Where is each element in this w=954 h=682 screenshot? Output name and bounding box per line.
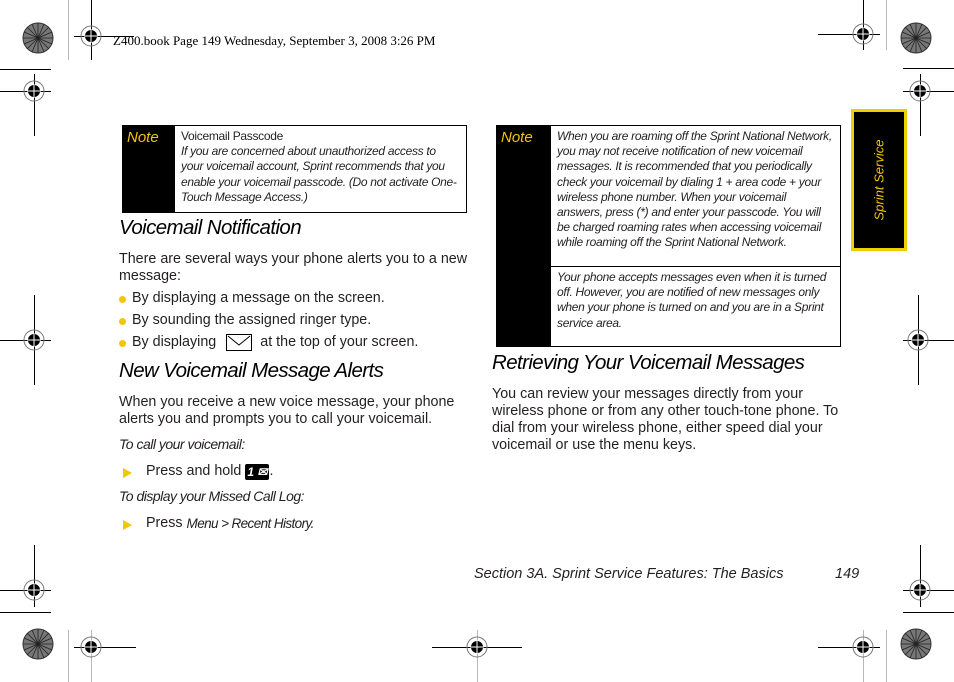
step-arrow-icon <box>123 520 132 530</box>
crop-mark <box>886 630 887 682</box>
heading-voicemail-notification: Voicemail Notification <box>119 216 302 239</box>
heading-new-voicemail-alerts: New Voicemail Message Alerts <box>119 359 384 382</box>
crop-mark <box>903 68 954 69</box>
note-label: Note <box>497 126 551 346</box>
bullet-item: By sounding the assigned ringer type. <box>119 312 371 329</box>
step-item: Press and hold 1 ✉ . <box>123 463 273 480</box>
page-number: 149 <box>835 566 860 582</box>
registration-mark <box>851 22 875 46</box>
step-text: Press and hold <box>146 463 242 479</box>
bullet-dot-icon <box>119 318 126 325</box>
registration-mark <box>851 635 875 659</box>
bullet-item: By displaying at the top of your screen. <box>119 334 418 351</box>
missed-call-log-label: To display your Missed Call Log: <box>119 488 305 504</box>
crop-mark <box>68 630 69 682</box>
registration-starburst-top-left <box>22 22 54 54</box>
voicemail-notification-intro: There are several ways your phone alerts… <box>119 251 468 284</box>
bullet-dot-icon <box>119 296 126 303</box>
crop-mark <box>886 0 887 50</box>
note-body: Voicemail Passcode If you are concerned … <box>175 126 466 212</box>
note-body: When you are roaming off the Sprint Nati… <box>551 126 840 346</box>
side-tab-label: Sprint Service <box>871 139 887 221</box>
crop-mark <box>0 69 51 70</box>
registration-mark <box>906 328 930 352</box>
bullet-dot-icon <box>119 340 126 347</box>
crop-mark <box>903 612 954 613</box>
step-suffix: . <box>269 463 274 479</box>
bullet-item: By displaying a message on the screen. <box>119 290 385 307</box>
registration-starburst-bottom-left <box>22 628 54 660</box>
voicemail-key-1-icon: 1 ✉ <box>245 463 270 480</box>
retrieving-text: You can review your messages directly fr… <box>492 386 839 453</box>
heading-retrieving-voicemail: Retrieving Your Voicemail Messages <box>492 351 805 374</box>
new-alerts-text: When you receive a new voice message, yo… <box>119 394 455 427</box>
note-text-phone-off: Your phone accepts messages even when it… <box>557 270 827 330</box>
bullet-text: By displaying a message on the screen. <box>132 290 385 306</box>
note-text: If you are concerned about unauthorized … <box>181 144 457 204</box>
registration-mark <box>22 79 46 103</box>
note-title: Voicemail Passcode <box>181 129 283 143</box>
registration-mark <box>79 635 103 659</box>
bullet-text: By sounding the assigned ringer type. <box>132 312 372 328</box>
registration-starburst-bottom-right <box>900 628 932 660</box>
footer-section-title: Section 3A. Sprint Service Features: The… <box>474 566 784 582</box>
registration-starburst-top-right <box>900 22 932 54</box>
note-label: Note <box>123 126 175 212</box>
envelope-icon <box>226 334 253 351</box>
registration-mark <box>22 328 46 352</box>
crop-mark <box>0 612 51 613</box>
registration-mark <box>908 79 932 103</box>
step-text: Press <box>146 515 183 531</box>
menu-path: Menu > Recent History. <box>186 516 315 531</box>
registration-mark <box>79 24 103 48</box>
note-text-roaming: When you are roaming off the Sprint Nati… <box>557 129 832 250</box>
call-voicemail-label: To call your voicemail: <box>119 436 245 452</box>
registration-mark <box>465 635 489 659</box>
bullet-text: at the top of your screen. <box>260 334 419 350</box>
registration-mark <box>908 578 932 602</box>
book-slug-line: Z400.book Page 149 Wednesday, September … <box>113 33 436 48</box>
crop-mark <box>68 0 69 60</box>
registration-mark <box>22 578 46 602</box>
note-box-roaming: Note When you are roaming off the Sprint… <box>496 125 841 347</box>
bullet-text: By displaying <box>132 334 217 350</box>
note-box-voicemail-passcode: Note Voicemail Passcode If you are conce… <box>122 125 467 213</box>
side-tab-sprint-service: Sprint Service <box>851 109 907 251</box>
step-arrow-icon <box>123 468 132 478</box>
step-item: Press Menu > Recent History. <box>123 515 314 532</box>
